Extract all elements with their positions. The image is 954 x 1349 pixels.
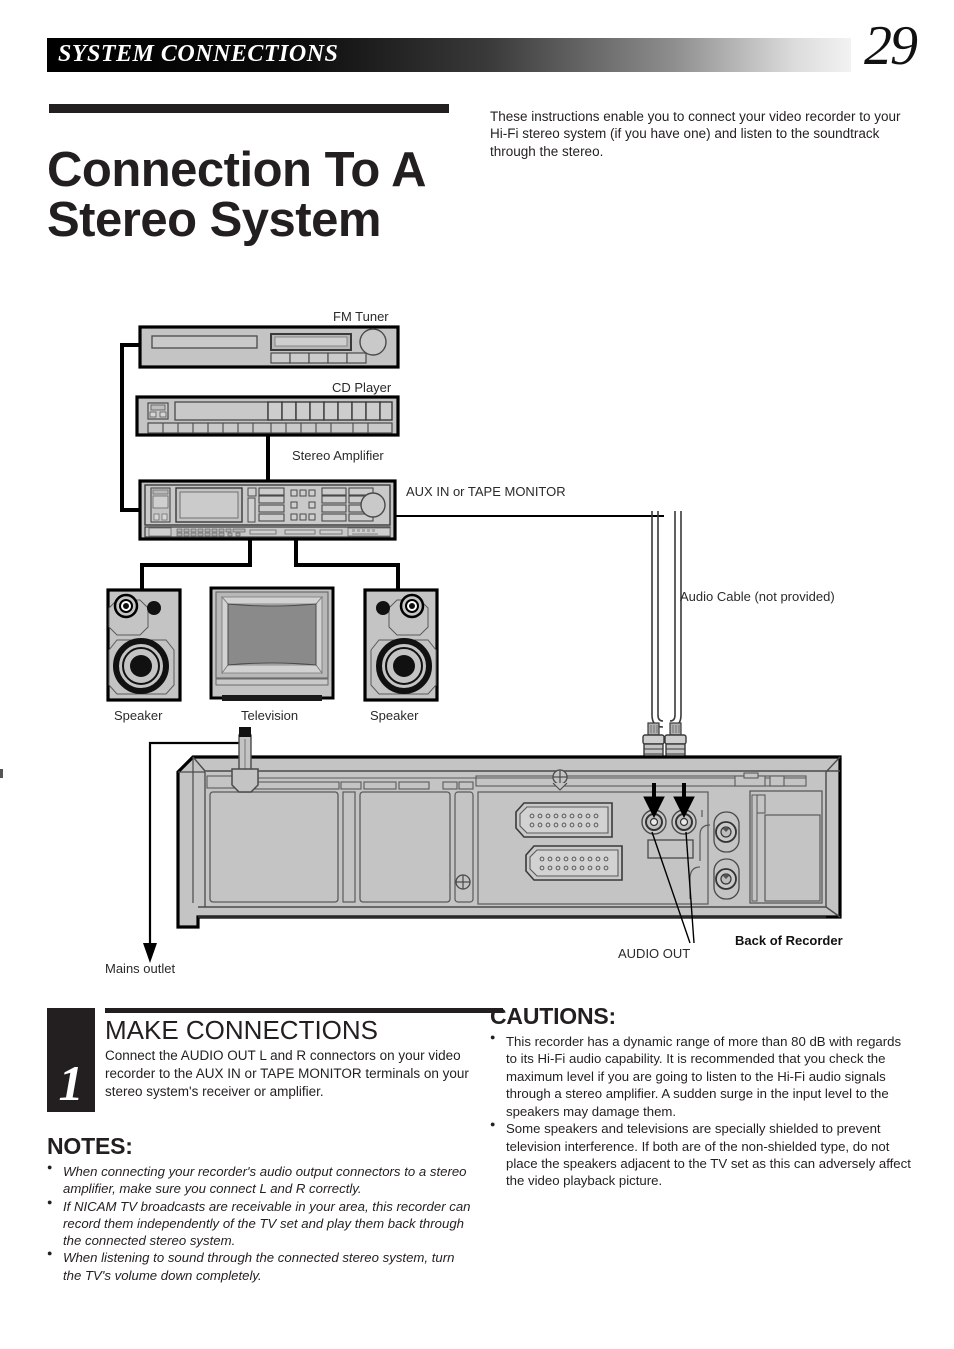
- connection-diagram: FM Tuner CD Player Stereo Amplifier AUX …: [0, 295, 954, 985]
- cautions-block: CAUTIONS: This recorder has a dynamic ra…: [490, 1003, 915, 1190]
- label-fm-tuner: FM Tuner: [333, 309, 389, 324]
- label-speaker-right: Speaker: [370, 708, 419, 723]
- cautions-list: This recorder has a dynamic range of mor…: [490, 1032, 915, 1190]
- list-item: When listening to sound through the conn…: [47, 1248, 472, 1284]
- label-stereo-amplifier: Stereo Amplifier: [292, 448, 384, 463]
- device-fm-tuner: [138, 325, 400, 369]
- device-cd-player: [135, 395, 400, 437]
- notes-list: When connecting your recorder's audio ou…: [47, 1162, 472, 1284]
- device-television: [209, 586, 335, 701]
- label-mains-outlet: Mains outlet: [105, 961, 175, 976]
- mains-arrow-head: [143, 943, 157, 963]
- page-title: Connection To A Stereo System: [47, 142, 425, 248]
- label-cd-player: CD Player: [332, 380, 392, 395]
- list-item: This recorder has a dynamic range of mor…: [490, 1032, 915, 1120]
- step-body: Connect the AUDIO OUT L and R connectors…: [105, 1048, 469, 1099]
- title-rule: [49, 104, 449, 113]
- step-number: 1: [47, 1008, 95, 1112]
- aerial-socket-out: [713, 858, 740, 900]
- cautions-heading: CAUTIONS:: [490, 1003, 616, 1029]
- label-aux-in: AUX IN or TAPE MONITOR: [406, 484, 566, 499]
- list-item: Some speakers and televisions are specia…: [490, 1119, 915, 1190]
- label-television: Television: [241, 708, 298, 723]
- label-speaker-left: Speaker: [114, 708, 163, 723]
- step-heading: MAKE CONNECTIONS: [105, 1015, 379, 1045]
- screw: [455, 874, 471, 890]
- intro-paragraph: These instructions enable you to connect…: [490, 108, 901, 160]
- vcr-back-panel: [176, 727, 842, 929]
- speaker-right: [363, 588, 439, 702]
- audio-cable: [651, 511, 682, 728]
- list-item: When connecting your recorder's audio ou…: [47, 1162, 472, 1198]
- label-audio-cable: Audio Cable (not provided): [680, 589, 835, 604]
- step-rule: [105, 1008, 503, 1013]
- speaker-left: [106, 588, 182, 702]
- scart-connector-top: [515, 802, 613, 838]
- device-stereo-amplifier: [138, 479, 397, 541]
- list-item: If NICAM TV broadcasts are receivable in…: [47, 1197, 472, 1250]
- notes-block: NOTES: When connecting your recorder's a…: [47, 1133, 472, 1284]
- label-audio-out: AUDIO OUT: [618, 946, 690, 961]
- label-back-of-recorder: Back of Recorder: [735, 933, 843, 948]
- aerial-socket-in: [713, 811, 740, 853]
- section-title: SYSTEM CONNECTIONS: [58, 41, 339, 67]
- scart-connector-bottom: [525, 845, 623, 881]
- page-number: 29: [864, 15, 918, 77]
- notes-heading: NOTES:: [47, 1133, 133, 1159]
